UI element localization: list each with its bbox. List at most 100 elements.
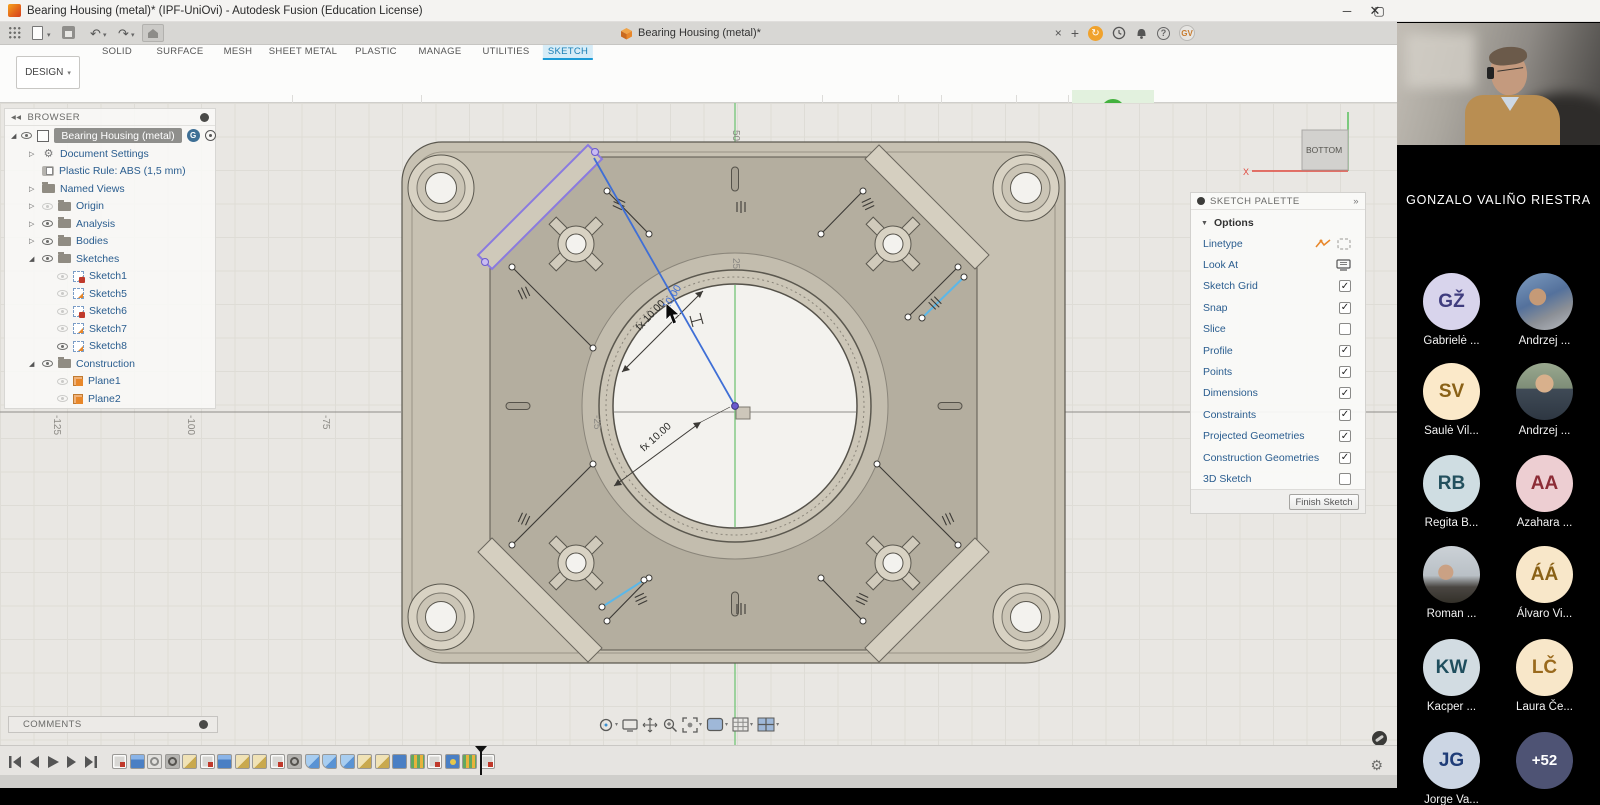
browser-row[interactable]: Sketch5 (5, 285, 215, 303)
skip-to-end-icon[interactable] (84, 755, 98, 769)
viewports-icon[interactable]: ▾ (757, 717, 779, 732)
row-label[interactable]: Named Views (60, 183, 125, 195)
browser-row[interactable]: ▷Named Views (5, 180, 215, 198)
display-settings-icon[interactable]: ▾ (706, 717, 728, 732)
points-checkbox[interactable]: ✓ (1339, 366, 1351, 378)
grid-settings-icon[interactable]: ▾ (732, 717, 753, 732)
eye-icon[interactable] (57, 343, 68, 350)
notifications-bell-icon[interactable] (1135, 26, 1148, 40)
timeline-playhead[interactable] (480, 749, 482, 775)
constraints-checkbox[interactable]: ✓ (1339, 409, 1351, 421)
row-label[interactable]: Sketch5 (89, 288, 127, 300)
participant-tile[interactable]: SVSaulė Vil... (1405, 363, 1498, 437)
file-icon[interactable] (32, 26, 43, 40)
row-label[interactable]: Analysis (76, 218, 115, 230)
timeline-feature-chamfer-icon[interactable] (252, 754, 267, 769)
account-avatar[interactable]: GV (1179, 25, 1195, 41)
timeline-feature-chamfer-icon[interactable] (357, 754, 372, 769)
design-dropdown[interactable]: DESIGN (16, 56, 80, 89)
browser-row-root[interactable]: ◢ Bearing Housing (metal) G (5, 126, 215, 145)
timeline-feature-chamfer-icon[interactable] (235, 754, 250, 769)
viewport-canvas[interactable]: fx 10.00 10.00 fx 10.00 (0, 103, 1397, 745)
expand-icon[interactable]: ◢ (29, 255, 37, 263)
tab-sketch[interactable]: SKETCH (543, 45, 593, 60)
linetype-spline-icon[interactable] (1315, 238, 1331, 250)
browser-row[interactable]: ▷Bodies (5, 233, 215, 251)
app-grid-icon[interactable] (8, 26, 21, 39)
help-icon[interactable]: ? (1157, 27, 1170, 40)
eye-icon[interactable] (57, 395, 68, 402)
timeline-feature-hole-icon[interactable] (445, 754, 460, 769)
profile-checkbox[interactable]: ✓ (1339, 345, 1351, 357)
ground-icon[interactable]: G (187, 129, 200, 142)
eye-icon[interactable] (57, 378, 68, 385)
eye-icon[interactable] (42, 220, 53, 227)
timeline-feature-pattern-icon[interactable] (147, 754, 162, 769)
eye-icon[interactable] (57, 273, 68, 280)
browser-row[interactable]: ◢Construction (5, 355, 215, 373)
job-status-icon[interactable]: ↻ (1088, 26, 1103, 41)
comments-bar[interactable]: COMMENTS (8, 716, 218, 733)
participant-tile[interactable]: JGJorge Va... (1405, 732, 1498, 805)
palette-options-section[interactable]: ▼Options (1191, 210, 1365, 233)
construction-geometries-checkbox[interactable]: ✓ (1339, 452, 1351, 464)
eye-icon[interactable] (42, 238, 53, 245)
browser-row[interactable]: ▷ Origin (5, 198, 215, 216)
eye-icon[interactable] (42, 203, 53, 210)
redo-icon[interactable]: ↷ (118, 26, 129, 41)
expand-icon[interactable]: ▷ (29, 202, 37, 210)
timeline-feature-sketch-icon[interactable] (112, 754, 127, 769)
viewcube[interactable]: X BOTTOM (1243, 112, 1348, 177)
palette-dock-icon[interactable]: » (1353, 196, 1359, 207)
expand-icon[interactable]: ▷ (29, 220, 37, 228)
eye-icon[interactable] (57, 325, 68, 332)
tab-sheet-metal[interactable]: SHEET METAL (264, 45, 342, 58)
row-label[interactable]: Plastic Rule: ABS (1,5 mm) (59, 165, 186, 177)
browser-row[interactable]: Sketch6 (5, 303, 215, 321)
undo-icon[interactable]: ↶ (90, 26, 101, 41)
timeline-feature-sketch-icon[interactable] (427, 754, 442, 769)
timeline-feature-fillet-icon[interactable] (322, 754, 337, 769)
browser-row[interactable]: Sketch1 (5, 268, 215, 286)
comments-menu-icon[interactable] (199, 720, 208, 729)
pan-icon[interactable] (642, 717, 658, 733)
orbit-icon[interactable]: ▾ (598, 717, 618, 733)
browser-row[interactable]: ▷ Analysis (5, 215, 215, 233)
expand-icon[interactable]: ▷ (29, 150, 37, 158)
3d-sketch-checkbox[interactable] (1339, 473, 1351, 485)
new-tab-icon[interactable]: + (1071, 25, 1079, 41)
row-label[interactable]: Sketch7 (89, 323, 127, 335)
row-label[interactable]: Sketch8 (89, 340, 127, 352)
slice-checkbox[interactable] (1339, 323, 1351, 335)
finish-sketch-palette-button[interactable]: Finish Sketch (1289, 494, 1359, 510)
row-label[interactable]: Origin (76, 200, 104, 212)
expand-icon[interactable]: ◢ (11, 132, 16, 140)
eye-icon[interactable] (42, 360, 53, 367)
browser-row[interactable]: Plane2 (5, 390, 215, 408)
snap-checkbox[interactable]: ✓ (1339, 302, 1351, 314)
expand-icon[interactable]: ▷ (29, 237, 37, 245)
tab-surface[interactable]: SURFACE (152, 45, 209, 58)
timeline-feature-pattern-dark-icon[interactable] (287, 754, 302, 769)
participant-tile[interactable]: KWKacper ... (1405, 639, 1498, 713)
clock-icon[interactable] (1112, 26, 1126, 40)
timeline-feature-thread-icon[interactable] (462, 754, 477, 769)
timeline-feature-sketch-icon[interactable] (270, 754, 285, 769)
participant-tile[interactable]: AAAzahara ... (1498, 455, 1591, 529)
row-label[interactable]: Plane2 (88, 393, 121, 405)
tab-mesh[interactable]: MESH (219, 45, 258, 58)
collaboration-icon[interactable] (1372, 731, 1387, 745)
participant-tile[interactable]: Roman ... (1405, 546, 1498, 620)
presenter-video-tile[interactable] (1397, 23, 1600, 145)
look-at-nav-icon[interactable] (622, 718, 638, 732)
timeline-feature-extrude-icon[interactable] (217, 754, 232, 769)
timeline-feature-extrude-icon[interactable] (130, 754, 145, 769)
eye-icon[interactable] (57, 290, 68, 297)
projected-geometries-checkbox[interactable]: ✓ (1339, 430, 1351, 442)
participant-tile[interactable]: +52 (1498, 732, 1591, 789)
eye-icon[interactable] (57, 308, 68, 315)
tab-solid[interactable]: SOLID (97, 45, 137, 58)
save-icon[interactable] (62, 26, 75, 39)
document-tab[interactable]: Bearing Housing (metal)* (620, 22, 761, 44)
timeline-feature-chamfer-icon[interactable] (375, 754, 390, 769)
